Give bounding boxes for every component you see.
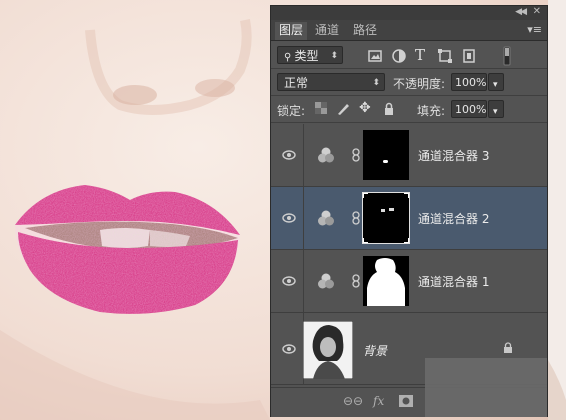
channel-mixer-icon xyxy=(318,273,334,289)
tab-paths[interactable]: 路径 xyxy=(349,22,381,40)
opacity-input[interactable]: 100% xyxy=(451,73,487,91)
visibility-eye-icon[interactable] xyxy=(279,187,299,249)
filter-row: ⚲ 类型 ⬍ T xyxy=(271,42,547,68)
lock-all-icon[interactable] xyxy=(381,101,397,117)
layer-name[interactable]: 背景 xyxy=(363,342,387,359)
close-panel-icon[interactable]: ✕ xyxy=(533,6,541,17)
lock-brush-icon[interactable] xyxy=(335,101,351,117)
layer-mask-thumbnail[interactable] xyxy=(363,256,409,306)
link-icon[interactable]: ⊖⊖ xyxy=(343,394,363,408)
adjustment-filter-icon[interactable] xyxy=(391,48,407,64)
lock-transparent-icon[interactable] xyxy=(315,102,327,114)
filter-kind-label: 类型 xyxy=(294,49,319,63)
layer-row[interactable]: 通道混合器 3 xyxy=(271,124,547,187)
lock-position-icon[interactable]: ✥ xyxy=(359,100,371,116)
panel-tabs: 图层 通道 路径 ▾≡ xyxy=(271,20,547,41)
watermark-block xyxy=(425,358,547,417)
blend-mode-dropdown[interactable]: 正常 ⬍ xyxy=(277,73,385,91)
fill-label: 填充: xyxy=(417,104,446,118)
panel-menu-icon[interactable]: ▾≡ xyxy=(527,23,542,36)
panel-titlebar: ◀◀ ✕ xyxy=(271,6,547,20)
lock-label: 锁定: xyxy=(277,104,306,118)
layer-mask-thumbnail[interactable] xyxy=(362,192,410,244)
type-filter-icon[interactable]: T xyxy=(415,46,425,64)
channel-mixer-icon xyxy=(318,147,334,163)
fx-icon[interactable]: fx xyxy=(373,394,384,408)
mask-icon[interactable] xyxy=(399,395,413,407)
opacity-slider-button[interactable]: ▾ xyxy=(488,73,504,91)
visibility-eye-icon[interactable] xyxy=(279,124,299,186)
background-thumbnail[interactable] xyxy=(303,321,353,379)
mask-link-icon[interactable] xyxy=(351,211,361,225)
layers-panel: ◀◀ ✕ 图层 通道 路径 ▾≡ ⚲ 类型 ⬍ T 正常 ⬍ 不透明度: 100… xyxy=(270,5,548,417)
filter-kind-dropdown[interactable]: ⚲ 类型 ⬍ xyxy=(277,46,343,64)
opacity-label: 不透明度: xyxy=(393,77,446,91)
collapse-panel-icon[interactable]: ◀◀ xyxy=(515,7,527,17)
layer-mask-thumbnail[interactable] xyxy=(363,130,409,180)
layer-lock-icon xyxy=(504,342,512,353)
mask-link-icon[interactable] xyxy=(351,148,361,162)
layer-name[interactable]: 通道混合器 2 xyxy=(418,210,489,227)
search-icon: ⚲ xyxy=(284,52,295,63)
smart-object-filter-icon[interactable] xyxy=(461,48,477,64)
updown-arrow-icon: ⬍ xyxy=(372,78,380,88)
tab-layers[interactable]: 图层 xyxy=(275,22,308,40)
visibility-eye-icon[interactable] xyxy=(279,313,299,385)
updown-arrow-icon: ⬍ xyxy=(330,51,338,61)
shape-filter-icon[interactable] xyxy=(437,48,453,64)
layer-name[interactable]: 通道混合器 3 xyxy=(418,147,489,164)
channel-mixer-icon xyxy=(318,210,334,226)
layer-row[interactable]: 通道混合器 1 xyxy=(271,250,547,313)
fill-slider-button[interactable]: ▾ xyxy=(488,100,504,118)
mask-link-icon[interactable] xyxy=(351,274,361,288)
lock-row: 锁定: ✥ 填充: 100% ▾ xyxy=(271,96,547,122)
layer-name[interactable]: 通道混合器 1 xyxy=(418,273,489,290)
panel-bottom-bar: ⊖⊖ fx xyxy=(271,358,547,417)
visibility-eye-icon[interactable] xyxy=(279,250,299,312)
blend-mode-value: 正常 xyxy=(284,76,309,90)
tab-channels[interactable]: 通道 xyxy=(311,22,343,40)
fill-input[interactable]: 100% xyxy=(451,100,487,118)
pixel-filter-icon[interactable] xyxy=(367,48,383,64)
filter-toggle-icon[interactable] xyxy=(499,46,515,66)
blend-row: 正常 ⬍ 不透明度: 100% ▾ xyxy=(271,69,547,95)
layer-row-selected[interactable]: 通道混合器 2 xyxy=(271,187,547,250)
